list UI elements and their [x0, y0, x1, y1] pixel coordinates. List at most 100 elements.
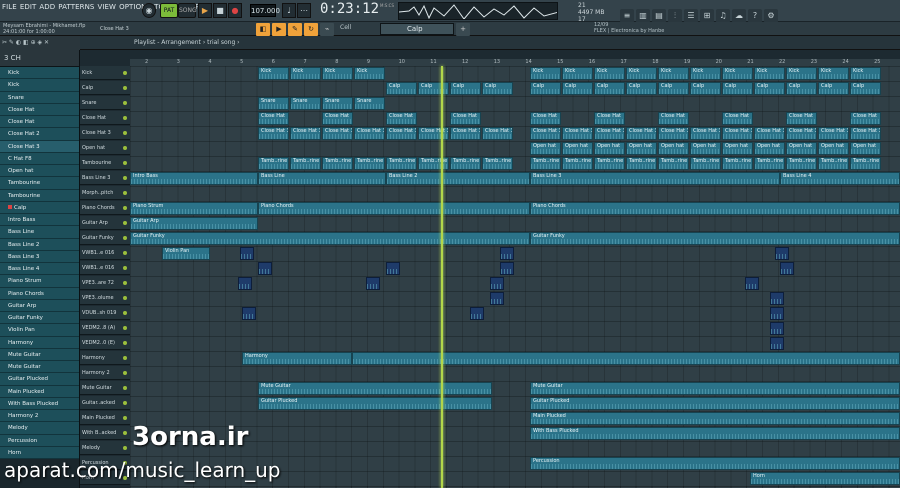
- channel-item[interactable]: Intro Bass: [0, 214, 79, 227]
- channel-item[interactable]: Mute Guitar: [0, 348, 79, 361]
- track-lane[interactable]: [130, 111, 900, 126]
- channel-item[interactable]: Calp: [0, 201, 79, 214]
- pattern-clip[interactable]: Kick: [562, 67, 593, 80]
- pattern-clip[interactable]: Tamb..rine: [786, 157, 817, 170]
- channel-item[interactable]: Guitar Plucked: [0, 373, 79, 386]
- pattern-clip[interactable]: With Bass Plucked: [530, 427, 900, 440]
- pattern-clip[interactable]: Open hat: [754, 142, 785, 155]
- pattern-clip[interactable]: Close Hat: [530, 112, 561, 125]
- menu-file[interactable]: FILE: [2, 3, 17, 11]
- pattern-clip[interactable]: Guitar Funky: [130, 232, 530, 245]
- piano-roll-icon[interactable]: ▥: [636, 9, 650, 23]
- automation-clip[interactable]: [500, 262, 514, 275]
- pattern-clip[interactable]: Close Hat 3: [290, 127, 321, 140]
- automation-clip[interactable]: [500, 247, 514, 260]
- track-mute-led-icon[interactable]: [123, 221, 127, 225]
- pattern-clip[interactable]: Kick: [322, 67, 353, 80]
- pattern-clip[interactable]: Bass Line: [258, 172, 386, 185]
- track-mute-led-icon[interactable]: [123, 176, 127, 180]
- add-pattern-icon[interactable]: +: [456, 23, 470, 36]
- loop-icon[interactable]: ↻: [304, 23, 318, 36]
- metronome-icon[interactable]: ♩: [282, 3, 296, 18]
- pattern-clip[interactable]: Mute Guitar: [258, 382, 492, 395]
- slide-icon[interactable]: ▶: [272, 23, 286, 36]
- pattern-clip[interactable]: Kick: [626, 67, 657, 80]
- pattern-clip[interactable]: Calp: [786, 82, 817, 95]
- track-mute-led-icon[interactable]: [123, 326, 127, 330]
- pattern-clip[interactable]: Calp: [562, 82, 593, 95]
- pattern-clip[interactable]: Close Hat: [386, 112, 417, 125]
- plugin-icon[interactable]: ⊞: [700, 9, 714, 23]
- pattern-clip[interactable]: Bass Line 3: [530, 172, 780, 185]
- channel-item[interactable]: Guitar Funky: [0, 312, 79, 325]
- track-header[interactable]: VEDM2..0 (E): [80, 336, 130, 350]
- channel-item[interactable]: Kick: [0, 67, 79, 80]
- track-mute-led-icon[interactable]: [123, 71, 127, 75]
- pattern-clip[interactable]: Bass Line 4: [780, 172, 900, 185]
- channel-item[interactable]: Piano Chords: [0, 287, 79, 300]
- pattern-clip[interactable]: Tamb..rine: [818, 157, 849, 170]
- channel-item[interactable]: Bass Line: [0, 226, 79, 239]
- pattern-clip[interactable]: Calp: [850, 82, 881, 95]
- pattern-clip[interactable]: Close Hat 3: [450, 127, 481, 140]
- channel-item[interactable]: Bass Line 4: [0, 263, 79, 276]
- automation-clip[interactable]: [770, 322, 784, 335]
- track-mute-led-icon[interactable]: [123, 356, 127, 360]
- pattern-clip[interactable]: Calp: [722, 82, 753, 95]
- pattern-clip[interactable]: Calp: [658, 82, 689, 95]
- channel-item[interactable]: Close Hat: [0, 103, 79, 116]
- record-icon[interactable]: ●: [228, 3, 242, 18]
- track-header[interactable]: VWB1..e 016: [80, 246, 130, 260]
- pattern-clip[interactable]: Close Hat 3: [386, 127, 417, 140]
- pattern-clip[interactable]: Tamb..rine: [530, 157, 561, 170]
- track-mute-led-icon[interactable]: [123, 146, 127, 150]
- automation-clip[interactable]: [242, 307, 256, 320]
- pattern-clip[interactable]: Main Plucked: [530, 412, 900, 425]
- pattern-clip[interactable]: Kick: [722, 67, 753, 80]
- channel-item[interactable]: Main Plucked: [0, 385, 79, 398]
- pattern-clip[interactable]: Violin Pan: [162, 247, 210, 260]
- pattern-clip[interactable]: Close Hat: [850, 112, 881, 125]
- menu-add[interactable]: ADD: [39, 3, 55, 11]
- track-lane[interactable]: [130, 366, 900, 381]
- channel-item[interactable]: Tambourine: [0, 189, 79, 202]
- pattern-clip[interactable]: Close Hat: [722, 112, 753, 125]
- track-header[interactable]: Guitar..acked: [80, 396, 130, 410]
- automation-clip[interactable]: [240, 247, 254, 260]
- track-lane[interactable]: [130, 291, 900, 306]
- pattern-clip[interactable]: Percussion: [530, 457, 900, 470]
- browser-tools-icons[interactable]: ✂ ✎ ◐ ◧ ⊕ ◈ ✕: [2, 39, 49, 46]
- pattern-clip[interactable]: Calp: [594, 82, 625, 95]
- menu-patterns[interactable]: PATTERNS: [58, 3, 94, 11]
- track-header[interactable]: VPE3..olume: [80, 291, 130, 305]
- pattern-clip[interactable]: Calp: [690, 82, 721, 95]
- menu-edit[interactable]: EDIT: [20, 3, 37, 11]
- track-header[interactable]: VWB1..e 016: [80, 261, 130, 275]
- pattern-clip[interactable]: Kick: [850, 67, 881, 80]
- pattern-clip[interactable]: Open hat: [562, 142, 593, 155]
- pattern-clip[interactable]: Piano Chords: [530, 202, 900, 215]
- pattern-clip[interactable]: Tamb..rine: [354, 157, 385, 170]
- pattern-clip[interactable]: Piano Chords: [258, 202, 530, 215]
- track-header[interactable]: VPE3..are 72: [80, 276, 130, 290]
- pattern-clip[interactable]: Close Hat 3: [258, 127, 289, 140]
- track-header[interactable]: Guitar Arp: [80, 216, 130, 230]
- track-mute-led-icon[interactable]: [123, 206, 127, 210]
- automation-clip[interactable]: [258, 262, 272, 275]
- pattern-clip[interactable]: Close Hat 3: [418, 127, 449, 140]
- channel-item[interactable]: Kick: [0, 79, 79, 92]
- pattern-clip[interactable]: Close Hat 3: [754, 127, 785, 140]
- track-lane[interactable]: [130, 96, 900, 111]
- pattern-clip[interactable]: Guitar Plucked: [530, 397, 900, 410]
- track-mute-led-icon[interactable]: [123, 161, 127, 165]
- pattern-clip[interactable]: Kick: [354, 67, 385, 80]
- browser-icon[interactable]: ☰: [684, 9, 698, 23]
- pattern-clip[interactable]: Tamb..rine: [658, 157, 689, 170]
- track-header[interactable]: With B..acked: [80, 426, 130, 440]
- pattern-clip[interactable]: Close Hat 3: [562, 127, 593, 140]
- pattern-clip[interactable]: Close Hat 3: [354, 127, 385, 140]
- pattern-clip[interactable]: Tamb..rine: [418, 157, 449, 170]
- track-mute-led-icon[interactable]: [123, 251, 127, 255]
- channel-item[interactable]: Piano Strum: [0, 275, 79, 288]
- pattern-clip[interactable]: Snare: [322, 97, 353, 110]
